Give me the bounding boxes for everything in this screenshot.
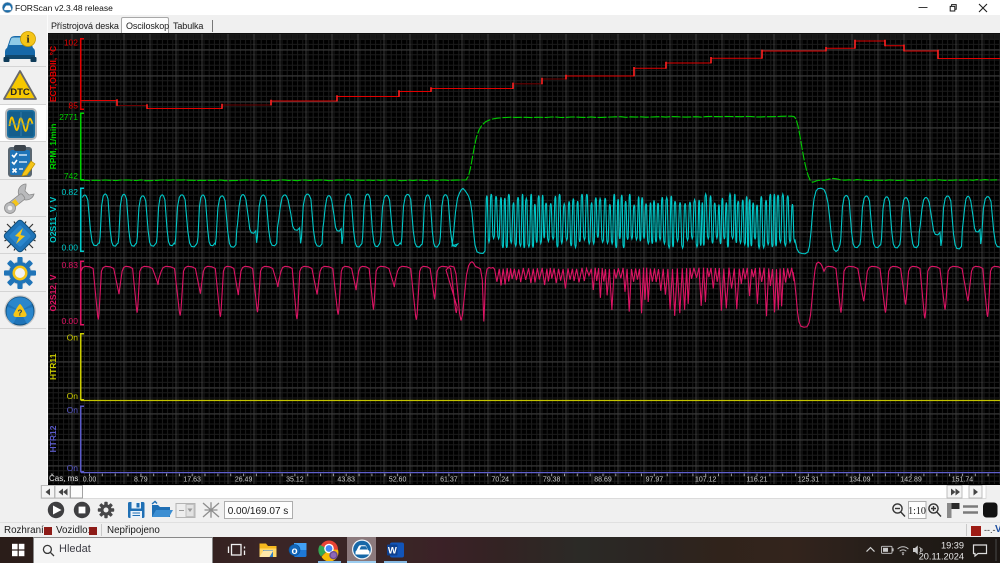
svg-text:On: On xyxy=(67,391,79,401)
svg-text:ECT,OBDII, °C: ECT,OBDII, °C xyxy=(48,46,58,102)
svg-text:52.60: 52.60 xyxy=(389,477,407,484)
svg-text:85: 85 xyxy=(69,101,79,111)
svg-text:0.82: 0.82 xyxy=(61,187,78,197)
svg-text:70.24: 70.24 xyxy=(492,477,510,484)
svg-text:W: W xyxy=(388,546,397,557)
svg-text:116.21: 116.21 xyxy=(747,477,768,484)
svg-text:20.11.2024: 20.11.2024 xyxy=(919,552,964,562)
svg-text:26.49: 26.49 xyxy=(235,477,253,484)
svg-text:On: On xyxy=(67,333,79,343)
svg-text:o: o xyxy=(291,546,297,557)
svg-text:19:39: 19:39 xyxy=(941,541,964,551)
svg-text:102: 102 xyxy=(64,38,78,48)
svg-text:151.74: 151.74 xyxy=(952,477,974,484)
svg-text:Čas, ms: Čas, ms xyxy=(49,474,78,483)
svg-text:125.31: 125.31 xyxy=(798,477,820,484)
svg-text:17.63: 17.63 xyxy=(183,477,201,484)
svg-text:88.69: 88.69 xyxy=(594,477,612,484)
svg-text:HTR12: HTR12 xyxy=(48,425,58,452)
svg-text:0.00: 0.00 xyxy=(61,243,78,253)
svg-text:742: 742 xyxy=(64,171,78,181)
svg-text:O2S12, V: O2S12, V xyxy=(48,274,58,311)
svg-text:134.09: 134.09 xyxy=(849,477,871,484)
svg-text:1:10: 1:10 xyxy=(908,506,926,517)
svg-text:2771: 2771 xyxy=(59,112,78,122)
svg-text:On: On xyxy=(67,405,79,415)
svg-text:0.00/169.07 s: 0.00/169.07 s xyxy=(228,506,289,517)
svg-text:35.12: 35.12 xyxy=(286,477,304,484)
svg-text:i: i xyxy=(26,34,29,46)
svg-text:RPM, 1/min: RPM, 1/min xyxy=(48,124,58,170)
svg-text:97.97: 97.97 xyxy=(646,477,664,484)
svg-text:HTR11: HTR11 xyxy=(48,353,58,380)
svg-text:O2S11_V, V: O2S11_V, V xyxy=(48,196,58,242)
svg-text:0.83: 0.83 xyxy=(61,260,78,270)
svg-text:0.00: 0.00 xyxy=(61,316,78,326)
svg-text:79.38: 79.38 xyxy=(543,477,561,484)
svg-text:107.12: 107.12 xyxy=(695,477,717,484)
svg-text:?: ? xyxy=(18,308,23,317)
svg-text:61.37: 61.37 xyxy=(440,477,458,484)
svg-text:0.00: 0.00 xyxy=(83,477,97,484)
svg-text:142.89: 142.89 xyxy=(900,477,922,484)
svg-text:DTC: DTC xyxy=(10,87,30,98)
svg-text:On: On xyxy=(67,463,79,473)
svg-text:8.79: 8.79 xyxy=(134,477,148,484)
svg-text:43.83: 43.83 xyxy=(337,477,355,484)
